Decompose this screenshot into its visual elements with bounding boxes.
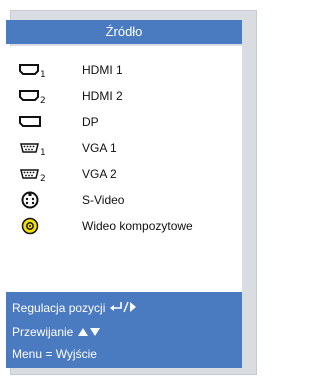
source-item-label: Wideo kompozytowe bbox=[82, 219, 193, 233]
composite-video-icon bbox=[18, 217, 48, 235]
scroll-hint: Przewijanie bbox=[12, 322, 101, 342]
menu-help-footer: Regulacja pozycji Przewijanie Menu = Wyj… bbox=[6, 292, 242, 368]
svg-text:2: 2 bbox=[40, 174, 46, 183]
source-item-vga-2[interactable]: 2 VGA 2 bbox=[6, 164, 242, 184]
svg-text:1: 1 bbox=[40, 70, 46, 79]
source-item-label: VGA 2 bbox=[82, 167, 117, 181]
source-item-label: HDMI 2 bbox=[82, 89, 123, 103]
vga-2-icon: 2 bbox=[18, 165, 48, 184]
source-item-label: VGA 1 bbox=[82, 141, 117, 155]
right-arrow-icon bbox=[129, 299, 137, 319]
adjust-label: Regulacja pozycji bbox=[12, 301, 106, 315]
source-item-s-video[interactable]: S-Video bbox=[6, 190, 242, 210]
source-item-label: HDMI 1 bbox=[82, 63, 123, 77]
down-arrow-icon bbox=[89, 323, 101, 343]
source-item-hdmi-2[interactable]: 2 HDMI 2 bbox=[6, 86, 242, 106]
scroll-label: Przewijanie bbox=[12, 325, 74, 339]
s-video-icon bbox=[18, 191, 48, 209]
exit-hint: Menu = Wyjście bbox=[12, 347, 97, 361]
source-item-vga-1[interactable]: 1 VGA 1 bbox=[6, 138, 242, 158]
enter-arrow-icon bbox=[109, 299, 123, 319]
svg-text:1: 1 bbox=[40, 148, 46, 157]
source-list: 1 HDMI 1 2 HDMI 2 DP 1 VGA 1 2 VGA 2 S-V… bbox=[6, 46, 242, 292]
hdmi-2-icon: 2 bbox=[18, 87, 48, 106]
menu-title: Źródło bbox=[6, 20, 242, 44]
source-item-label: S-Video bbox=[82, 193, 125, 207]
up-arrow-icon bbox=[77, 323, 89, 343]
source-item-hdmi-1[interactable]: 1 HDMI 1 bbox=[6, 60, 242, 80]
displayport-icon bbox=[18, 113, 48, 131]
source-item-dp[interactable]: DP bbox=[6, 112, 242, 132]
source-item-composite[interactable]: Wideo kompozytowe bbox=[6, 216, 242, 236]
hdmi-1-icon: 1 bbox=[18, 61, 48, 80]
source-item-label: DP bbox=[82, 115, 99, 129]
svg-text:2: 2 bbox=[40, 96, 46, 105]
adjust-hint: Regulacja pozycji bbox=[12, 298, 137, 318]
vga-1-icon: 1 bbox=[18, 139, 48, 158]
